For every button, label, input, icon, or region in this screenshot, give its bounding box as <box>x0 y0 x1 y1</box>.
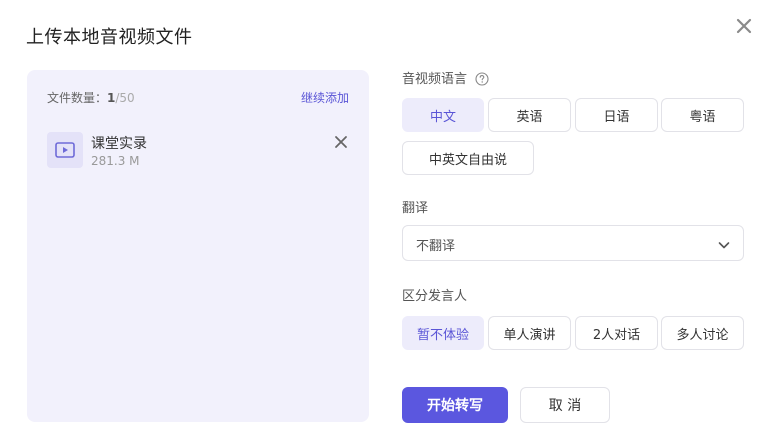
language-option-cantonese[interactable]: 粤语 <box>661 98 744 132</box>
file-size: 281.3 M <box>91 154 140 168</box>
speaker-option-none[interactable]: 暂不体验 <box>402 316 484 350</box>
language-option-english[interactable]: 英语 <box>488 98 571 132</box>
file-name: 课堂实录 <box>91 136 147 152</box>
help-icon[interactable] <box>475 72 489 86</box>
speaker-label: 区分发言人 <box>402 289 468 304</box>
translation-select[interactable]: 不翻译 <box>402 225 744 261</box>
remove-file-icon[interactable] <box>333 134 349 150</box>
language-option-mixed[interactable]: 中英文自由说 <box>402 141 534 175</box>
dialog-title: 上传本地音视频文件 <box>26 27 193 48</box>
video-play-icon <box>47 132 83 168</box>
chevron-down-icon <box>717 237 731 251</box>
file-count-label: 文件数量： <box>47 91 108 105</box>
file-item: 课堂实录 281.3 M <box>47 132 349 172</box>
file-count-max: 50 <box>119 91 135 105</box>
file-list-panel: 文件数量：1/50 继续添加 课堂实录 281.3 M <box>27 70 369 422</box>
language-label: 音视频语言 <box>402 72 468 87</box>
add-more-link[interactable]: 继续添加 <box>301 89 349 106</box>
speaker-option-single[interactable]: 单人演讲 <box>488 316 571 350</box>
language-option-chinese[interactable]: 中文 <box>402 98 484 132</box>
upload-dialog: 上传本地音视频文件 文件数量：1/50 继续添加 课堂实录 281.3 M 音视… <box>0 0 774 444</box>
close-icon[interactable] <box>734 16 754 36</box>
language-section-label: 音视频语言 <box>402 68 489 87</box>
start-transcribe-button[interactable]: 开始转写 <box>402 387 508 423</box>
speaker-option-two[interactable]: 2人对话 <box>575 316 658 350</box>
language-option-japanese[interactable]: 日语 <box>575 98 658 132</box>
speaker-option-multi[interactable]: 多人讨论 <box>661 316 744 350</box>
cancel-button[interactable]: 取 消 <box>520 387 610 423</box>
file-count: 文件数量：1/50 <box>47 89 135 106</box>
translation-label: 翻译 <box>402 201 429 216</box>
translation-value: 不翻译 <box>416 239 456 254</box>
